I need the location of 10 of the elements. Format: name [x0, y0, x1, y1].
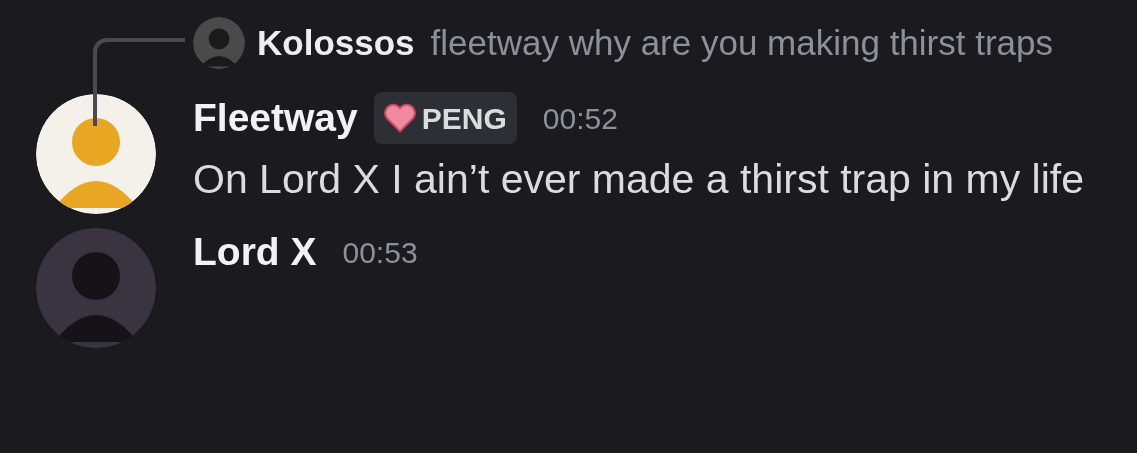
heart-icon [383, 103, 416, 134]
author-name[interactable]: Lord X [193, 223, 317, 282]
author-name[interactable]: Fleetway [193, 89, 358, 148]
timestamp: 00:52 [542, 100, 618, 137]
timestamp: 00:53 [342, 234, 418, 271]
avatar-icon[interactable] [36, 94, 156, 215]
reply-author[interactable]: Kolossos [257, 23, 415, 63]
reply-text[interactable]: fleetway why are you making thirst traps [430, 23, 1054, 63]
message-text: On Lord X I ain’t ever made a thirst trap in my life [193, 155, 1085, 205]
guild-tag[interactable]: PENG [373, 92, 517, 145]
